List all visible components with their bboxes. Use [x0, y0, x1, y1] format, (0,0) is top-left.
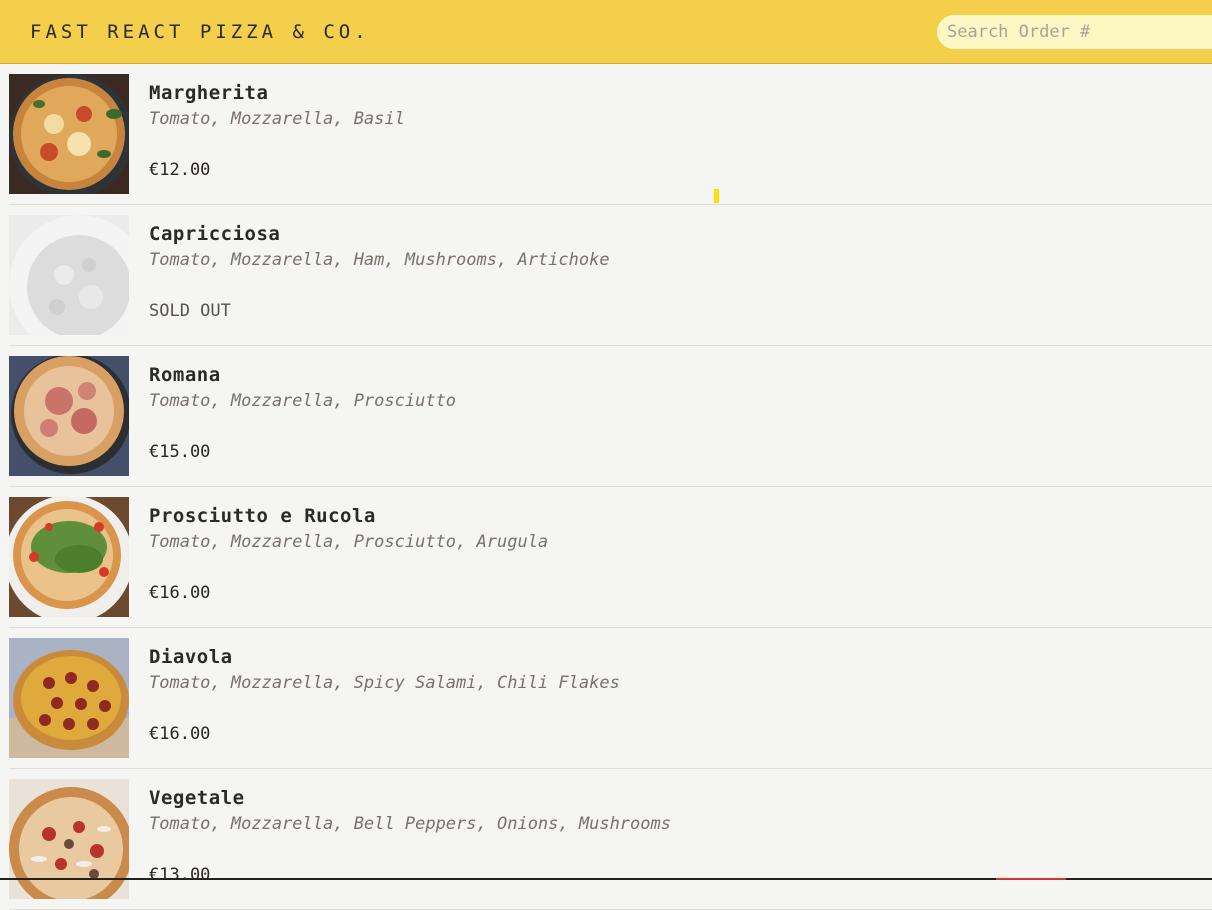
pizza-price: €16.00: [149, 583, 211, 603]
menu-item-info: Prosciutto e Rucola Tomato, Mozzarella, …: [149, 497, 1212, 627]
pizza-price: €16.00: [149, 724, 211, 744]
pizza-name: Romana: [149, 364, 221, 386]
pizza-romana-image: [9, 356, 129, 476]
pizza-menu-list: Margherita Tomato, Mozzarella, Basil €12…: [0, 64, 1212, 910]
pizza-prosciutto-rucola-image: [9, 497, 129, 617]
pizza-diavola-image: [9, 638, 129, 758]
brand-logo-link[interactable]: FAST REACT PIZZA & CO.: [30, 21, 370, 43]
sold-out-label: SOLD OUT: [149, 301, 231, 321]
menu-item-info: Capricciosa Tomato, Mozzarella, Ham, Mus…: [149, 215, 1212, 345]
menu-item: Prosciutto e Rucola Tomato, Mozzarella, …: [9, 487, 1212, 628]
pizza-capricciosa-image: [9, 215, 129, 335]
pizza-name: Diavola: [149, 646, 233, 668]
pizza-ingredients: Tomato, Mozzarella, Spicy Salami, Chili …: [149, 673, 620, 693]
pizza-vegetale-image: [9, 779, 129, 899]
menu-item-info: Margherita Tomato, Mozzarella, Basil €12…: [149, 74, 1212, 204]
text-cursor-marker: [714, 189, 719, 203]
menu-item: Romana Tomato, Mozzarella, Prosciutto €1…: [9, 346, 1212, 487]
pizza-price: €15.00: [149, 442, 211, 462]
pizza-price: €12.00: [149, 160, 211, 180]
pizza-ingredients: Tomato, Mozzarella, Basil: [149, 109, 405, 129]
pizza-name: Capricciosa: [149, 223, 281, 245]
pizza-ingredients: Tomato, Mozzarella, Prosciutto: [149, 391, 457, 411]
menu-item-info: Vegetale Tomato, Mozzarella, Bell Pepper…: [149, 779, 1212, 909]
app-header: FAST REACT PIZZA & CO.: [0, 0, 1212, 64]
menu-item-info: Diavola Tomato, Mozzarella, Spicy Salami…: [149, 638, 1212, 768]
pizza-name: Prosciutto e Rucola: [149, 505, 376, 527]
search-order-input[interactable]: [937, 15, 1212, 49]
pizza-ingredients: Tomato, Mozzarella, Prosciutto, Arugula: [149, 532, 549, 552]
menu-item-info: Romana Tomato, Mozzarella, Prosciutto €1…: [149, 356, 1212, 486]
pizza-ingredients: Tomato, Mozzarella, Bell Peppers, Onions…: [149, 814, 671, 834]
pizza-price: €13.00: [149, 865, 211, 885]
menu-item: Capricciosa Tomato, Mozzarella, Ham, Mus…: [9, 205, 1212, 346]
pizza-name: Margherita: [149, 82, 269, 104]
pizza-name: Vegetale: [149, 787, 245, 809]
pizza-ingredients: Tomato, Mozzarella, Ham, Mushrooms, Arti…: [149, 250, 610, 270]
menu-item: Diavola Tomato, Mozzarella, Spicy Salami…: [9, 628, 1212, 769]
pizza-margherita-image: [9, 74, 129, 194]
menu-item: Vegetale Tomato, Mozzarella, Bell Pepper…: [9, 769, 1212, 910]
menu-item: Margherita Tomato, Mozzarella, Basil €12…: [9, 64, 1212, 205]
